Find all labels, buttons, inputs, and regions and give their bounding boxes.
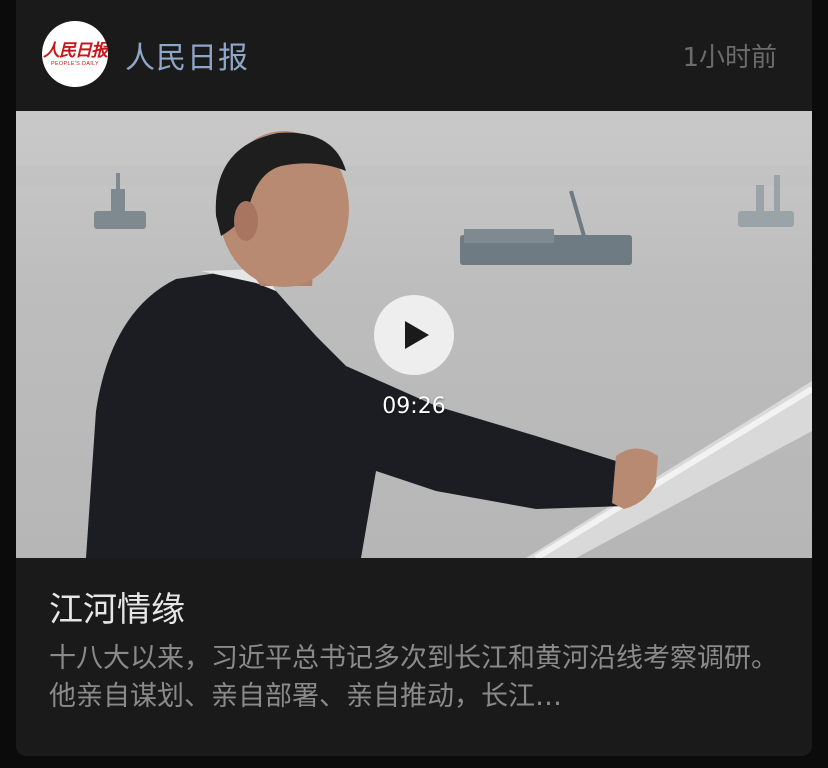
source-name[interactable]: 人民日报 bbox=[125, 33, 249, 77]
logo-subtext: PEOPLE'S DAILY bbox=[51, 61, 99, 67]
post-title[interactable]: 江河情缘 bbox=[49, 582, 185, 631]
video-thumbnail[interactable]: 09:26 bbox=[16, 111, 812, 558]
barge bbox=[460, 190, 632, 265]
logo-text: 人民日报 bbox=[43, 41, 108, 61]
post-summary[interactable]: 十八大以来，习近平总书记多次到长江和黄河沿线考察调研。他亲自谋划、亲自部署、亲自… bbox=[49, 640, 779, 716]
feed-card[interactable]: 人民日报 PEOPLE'S DAILY 人民日报 1小时前 09:26 江河情缘… bbox=[16, 0, 812, 756]
card-header: 人民日报 PEOPLE'S DAILY 人民日报 1小时前 bbox=[16, 0, 812, 111]
play-button[interactable] bbox=[374, 295, 454, 375]
video-duration: 09:26 bbox=[382, 394, 446, 419]
play-icon bbox=[405, 321, 429, 349]
source-avatar[interactable]: 人民日报 PEOPLE'S DAILY bbox=[42, 21, 108, 87]
post-timestamp: 1小时前 bbox=[682, 43, 777, 73]
